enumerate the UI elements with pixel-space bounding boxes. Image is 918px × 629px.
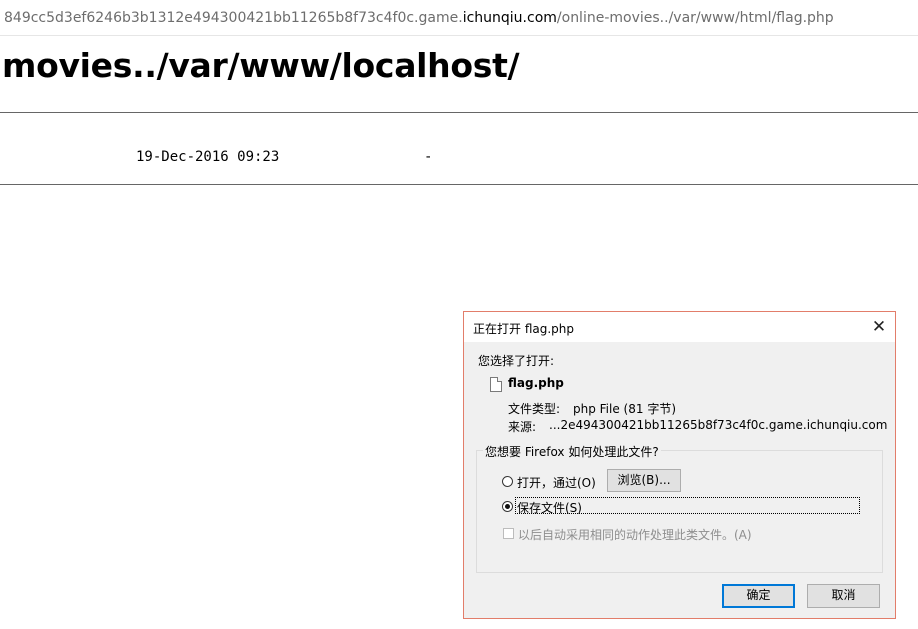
source-label: 来源: <box>508 420 537 434</box>
close-icon[interactable]: ✕ <box>867 315 891 339</box>
dialog-intro: 您选择了打开: <box>478 354 555 368</box>
open-file-dialog: 正在打开 flag.php ✕ 您选择了打开: flag.php 文件类型: p… <box>463 311 896 619</box>
file-type-label: 文件类型: <box>508 402 561 416</box>
page-heading: movies../var/www/localhost/ <box>2 46 520 85</box>
file-type-value: php File (81 字节) <box>573 402 676 416</box>
cancel-button[interactable]: 取消 <box>807 584 880 608</box>
option-save-label[interactable]: 保存文件(S) <box>517 499 582 516</box>
dialog-titlebar[interactable]: 正在打开 flag.php ✕ <box>464 312 895 342</box>
remember-checkbox[interactable] <box>503 528 514 539</box>
file-icon <box>490 377 502 392</box>
radio-open-with[interactable] <box>502 476 513 487</box>
radio-save-file[interactable] <box>502 501 513 512</box>
divider-bottom <box>0 184 918 185</box>
divider-top <box>0 112 918 113</box>
action-group-label: 您想要 Firefox 如何处理此文件? <box>483 443 661 460</box>
ok-button[interactable]: 确定 <box>722 584 795 608</box>
url-path: /online-movies../var/www/html/flag.php <box>556 10 834 26</box>
listing-size: - <box>424 149 433 165</box>
remember-label[interactable]: 以后自动采用相同的动作处理此类文件。(A) <box>518 526 752 543</box>
dialog-title: 正在打开 flag.php <box>473 322 574 336</box>
url-prefix: 849cc5d3ef6246b3b1312e494300421bb11265b8… <box>4 10 463 26</box>
listing-date: 19-Dec-2016 09:23 <box>136 149 280 165</box>
browse-button[interactable]: 浏览(B)... <box>607 469 681 492</box>
file-name: flag.php <box>508 376 564 390</box>
url-host: ichunqiu.com <box>462 10 557 26</box>
option-open-label[interactable]: 打开，通过(O) <box>517 474 596 491</box>
source-value: ...2e494300421bb11265b8f73c4f0c.game.ich… <box>549 418 888 432</box>
url-bar[interactable]: 849cc5d3ef6246b3b1312e494300421bb11265b8… <box>0 0 918 36</box>
